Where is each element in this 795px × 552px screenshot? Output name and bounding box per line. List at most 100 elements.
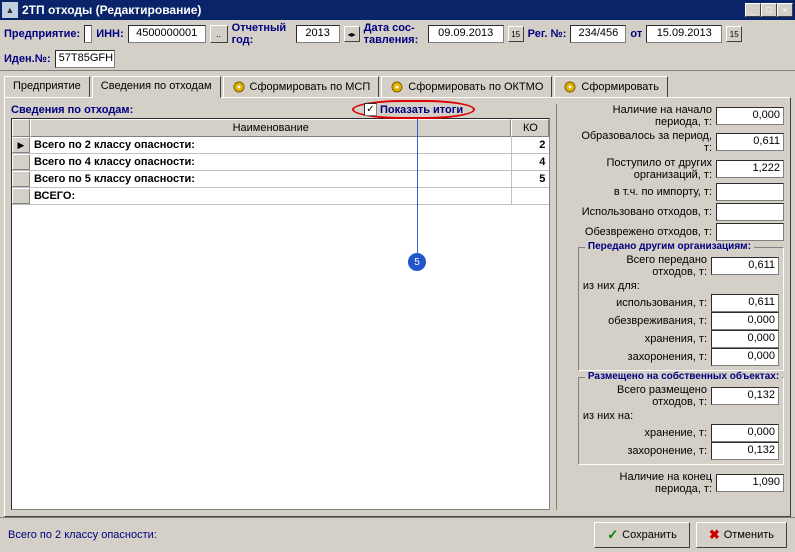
gear-icon [390, 80, 404, 94]
cell-name: Всего по 4 классу опасности: [30, 154, 511, 170]
row-indicator-icon [12, 171, 30, 187]
iden-label: Иден.№: [4, 53, 51, 65]
tab-enterprise[interactable]: Предприятие [4, 76, 90, 98]
minimize-button[interactable]: _ [745, 3, 761, 17]
lbl: Наличие на конец периода, т: [578, 471, 716, 495]
reg-label: Рег. №: [528, 28, 567, 40]
date-field[interactable]: 09.09.2013 [428, 25, 504, 43]
lbl: захоронения, т: [583, 351, 711, 363]
iden-field[interactable]: 57T85GFH [55, 50, 115, 68]
from-field[interactable]: 15.09.2013 [646, 25, 722, 43]
annotation-line [417, 116, 418, 256]
cell-ko: 5 [511, 171, 549, 187]
row-indicator-icon [12, 188, 30, 204]
table-row[interactable]: ВСЕГО: [12, 188, 549, 205]
titlebar: ▲ 2ТП отходы (Редактирование) _ □ × [0, 0, 795, 20]
close-icon: ✖ [709, 527, 720, 543]
year-label: Отчетный год: [232, 22, 292, 46]
val[interactable] [716, 183, 784, 201]
date-calendar-icon[interactable]: 15 [508, 26, 524, 42]
gear-icon [232, 80, 246, 94]
tab-form-label: Сформировать [581, 81, 659, 93]
sublabel: из них на: [583, 408, 779, 424]
close-button[interactable]: × [777, 3, 793, 17]
lbl: Поступило от других организаций, т: [578, 157, 716, 181]
data-grid[interactable]: Наименование КО ▶ Всего по 2 классу опас… [11, 118, 550, 510]
cell-name: Всего по 5 классу опасности: [30, 171, 511, 187]
val[interactable]: 0,611 [711, 257, 779, 275]
row-indicator-icon: ▶ [12, 137, 30, 153]
lbl: Наличие на начало периода, т: [578, 104, 716, 128]
year-field[interactable]: 2013 [296, 25, 340, 43]
val[interactable]: 0,132 [711, 387, 779, 405]
val[interactable]: 0,000 [711, 348, 779, 366]
tab-form-oktmo-label: Сформировать по ОКТМО [408, 81, 543, 93]
val[interactable] [716, 223, 784, 241]
tab-form[interactable]: Сформировать [554, 76, 668, 98]
tab-form-oktmo[interactable]: Сформировать по ОКТМО [381, 76, 552, 98]
inn-label: ИНН: [96, 28, 123, 40]
group-transferred: Передано другим организациям: Всего пере… [578, 247, 784, 371]
org-field[interactable] [84, 25, 92, 43]
val[interactable]: 0,000 [711, 312, 779, 330]
from-label: от [630, 28, 642, 40]
lbl: использования, т: [583, 297, 711, 309]
vertical-scrollbar[interactable] [556, 104, 571, 510]
footer: Всего по 2 классу опасности: ✓ Сохранить… [0, 517, 795, 552]
group-title: Размещено на собственных объектах: [585, 371, 782, 382]
val[interactable]: 0,611 [711, 294, 779, 312]
table-row[interactable]: Всего по 5 классу опасности: 5 [12, 171, 549, 188]
lbl: Образовалось за период, т: [578, 130, 716, 154]
cell-name: Всего по 2 классу опасности: [30, 137, 511, 153]
val[interactable]: 0,611 [716, 133, 784, 151]
cell-ko: 4 [511, 154, 549, 170]
date-label: Дата сос- тавления: [364, 22, 424, 46]
lbl: Всего размещено отходов, т: [583, 384, 711, 408]
tab-waste-info[interactable]: Сведения по отходам [92, 76, 221, 98]
tab-form-msp[interactable]: Сформировать по МСП [223, 76, 380, 98]
app-icon: ▲ [2, 2, 18, 18]
lbl: Всего передано отходов, т: [583, 254, 711, 278]
val[interactable]: 0,000 [711, 330, 779, 348]
save-label: Сохранить [622, 529, 677, 541]
window-title: 2ТП отходы (Редактирование) [22, 3, 745, 17]
toolbar: Предприятие: ИНН: 4500000001 .. Отчетный… [0, 20, 795, 71]
col-name[interactable]: Наименование [30, 119, 511, 137]
cell-name: ВСЕГО: [30, 188, 511, 204]
cell-ko [511, 188, 549, 204]
save-button[interactable]: ✓ Сохранить [594, 522, 690, 548]
gear-icon [563, 80, 577, 94]
val[interactable]: 1,090 [716, 474, 784, 492]
group-title: Передано другим организациям: [585, 241, 754, 252]
col-ko[interactable]: КО [511, 119, 549, 137]
lbl: обезвреживания, т: [583, 315, 711, 327]
org-label: Предприятие: [4, 28, 80, 40]
content-pane: ✓ Показать итоги 5 Сведения по отходам: … [4, 97, 791, 517]
year-stepper-icon[interactable]: ◂▸ [344, 26, 360, 42]
show-totals-wrap[interactable]: ✓ Показать итоги [352, 100, 475, 119]
val[interactable]: 0,132 [711, 442, 779, 460]
val[interactable]: 1,222 [716, 160, 784, 178]
cell-ko: 2 [511, 137, 549, 153]
table-row[interactable]: Всего по 4 классу опасности: 4 [12, 154, 549, 171]
tab-strip: Предприятие Сведения по отходам Сформиро… [0, 71, 795, 97]
col-rowheader [12, 119, 30, 137]
reg-field[interactable]: 234/456 [570, 25, 626, 43]
tab-form-msp-label: Сформировать по МСП [250, 81, 371, 93]
lbl: хранения, т: [583, 333, 711, 345]
cancel-button[interactable]: ✖ Отменить [696, 522, 787, 548]
show-totals-checkbox[interactable]: ✓ [364, 103, 377, 116]
from-calendar-icon[interactable]: 15 [726, 26, 742, 42]
lbl: в т.ч. по импорту, т: [578, 186, 716, 198]
lbl: захоронение, т: [583, 445, 711, 457]
val[interactable]: 0,000 [711, 424, 779, 442]
val[interactable] [716, 203, 784, 221]
check-icon: ✓ [607, 527, 618, 543]
val[interactable]: 0,000 [716, 107, 784, 125]
maximize-button[interactable]: □ [761, 3, 777, 17]
inn-ellipsis-button[interactable]: .. [210, 25, 228, 43]
summary-panel: Наличие на начало периода, т:0,000 Образ… [578, 104, 784, 510]
status-text: Всего по 2 классу опасности: [8, 529, 588, 541]
table-row[interactable]: ▶ Всего по 2 классу опасности: 2 [12, 137, 549, 154]
inn-field[interactable]: 4500000001 [128, 25, 206, 43]
